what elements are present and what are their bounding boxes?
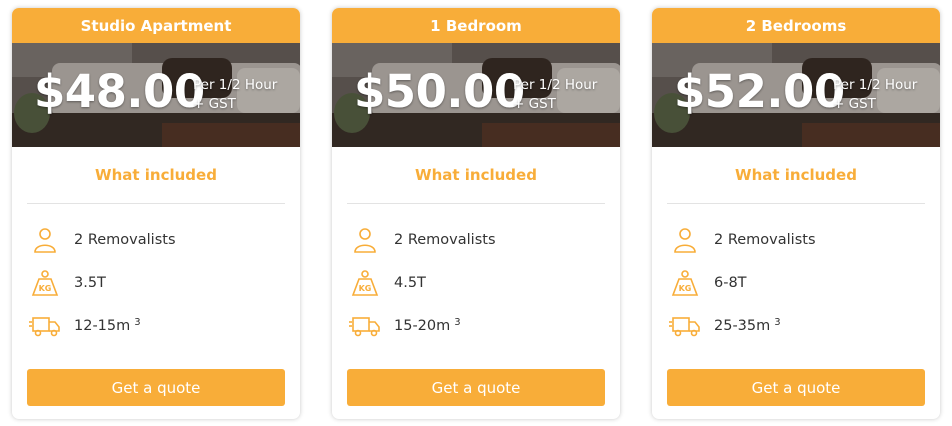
person-icon bbox=[29, 226, 61, 254]
svg-text:KG: KG bbox=[359, 284, 372, 293]
feature-weight: KG 4.5T bbox=[332, 261, 620, 304]
card-title: 1 Bedroom bbox=[332, 8, 620, 43]
get-quote-button[interactable]: Get a quote bbox=[347, 369, 605, 406]
pricing-card-1-bedroom: 1 Bedroom $50.00 Per 1/2 Hour + GST What… bbox=[332, 8, 620, 419]
feature-weight: KG 3.5T bbox=[12, 261, 300, 304]
feature-removalists: 2 Removalists bbox=[332, 218, 620, 261]
person-icon bbox=[669, 226, 701, 254]
feature-weight: KG 6-8T bbox=[652, 261, 940, 304]
price: $50.00 bbox=[354, 65, 525, 118]
pricing-card-2-bedrooms: 2 Bedrooms $52.00 Per 1/2 Hour + GST Wha… bbox=[652, 8, 940, 419]
feature-list: 2 Removalists KG 6-8T 25-35m 3 bbox=[652, 204, 940, 347]
kg-weight-icon: KG bbox=[669, 269, 701, 297]
included-heading: What included bbox=[27, 147, 285, 204]
feature-volume: 15-20m 3 bbox=[332, 304, 620, 347]
moving-truck-icon bbox=[669, 312, 701, 340]
card-hero-image: $50.00 Per 1/2 Hour + GST bbox=[332, 43, 620, 147]
card-title: 2 Bedrooms bbox=[652, 8, 940, 43]
included-heading: What included bbox=[347, 147, 605, 204]
feature-removalists: 2 Removalists bbox=[12, 218, 300, 261]
price: $52.00 bbox=[674, 65, 845, 118]
kg-weight-icon: KG bbox=[349, 269, 381, 297]
price-unit: Per 1/2 Hour + GST bbox=[513, 77, 598, 112]
feature-list: 2 Removalists KG 3.5T 12-15m 3 bbox=[12, 204, 300, 347]
price-unit: Per 1/2 Hour + GST bbox=[833, 77, 918, 112]
svg-text:KG: KG bbox=[679, 284, 692, 293]
pricing-card-studio: Studio Apartment $48.00 Per 1/2 Hour + G… bbox=[12, 8, 300, 419]
feature-list: 2 Removalists KG 4.5T 15-20m 3 bbox=[332, 204, 620, 347]
price: $48.00 bbox=[34, 65, 205, 118]
moving-truck-icon bbox=[29, 312, 61, 340]
included-heading: What included bbox=[667, 147, 925, 204]
price-unit: Per 1/2 Hour + GST bbox=[193, 77, 278, 112]
card-hero-image: $48.00 Per 1/2 Hour + GST bbox=[12, 43, 300, 147]
get-quote-button[interactable]: Get a quote bbox=[27, 369, 285, 406]
card-hero-image: $52.00 Per 1/2 Hour + GST bbox=[652, 43, 940, 147]
kg-weight-icon: KG bbox=[29, 269, 61, 297]
svg-text:KG: KG bbox=[39, 284, 52, 293]
person-icon bbox=[349, 226, 381, 254]
get-quote-button[interactable]: Get a quote bbox=[667, 369, 925, 406]
feature-volume: 25-35m 3 bbox=[652, 304, 940, 347]
feature-removalists: 2 Removalists bbox=[652, 218, 940, 261]
moving-truck-icon bbox=[349, 312, 381, 340]
feature-volume: 12-15m 3 bbox=[12, 304, 300, 347]
card-title: Studio Apartment bbox=[12, 8, 300, 43]
